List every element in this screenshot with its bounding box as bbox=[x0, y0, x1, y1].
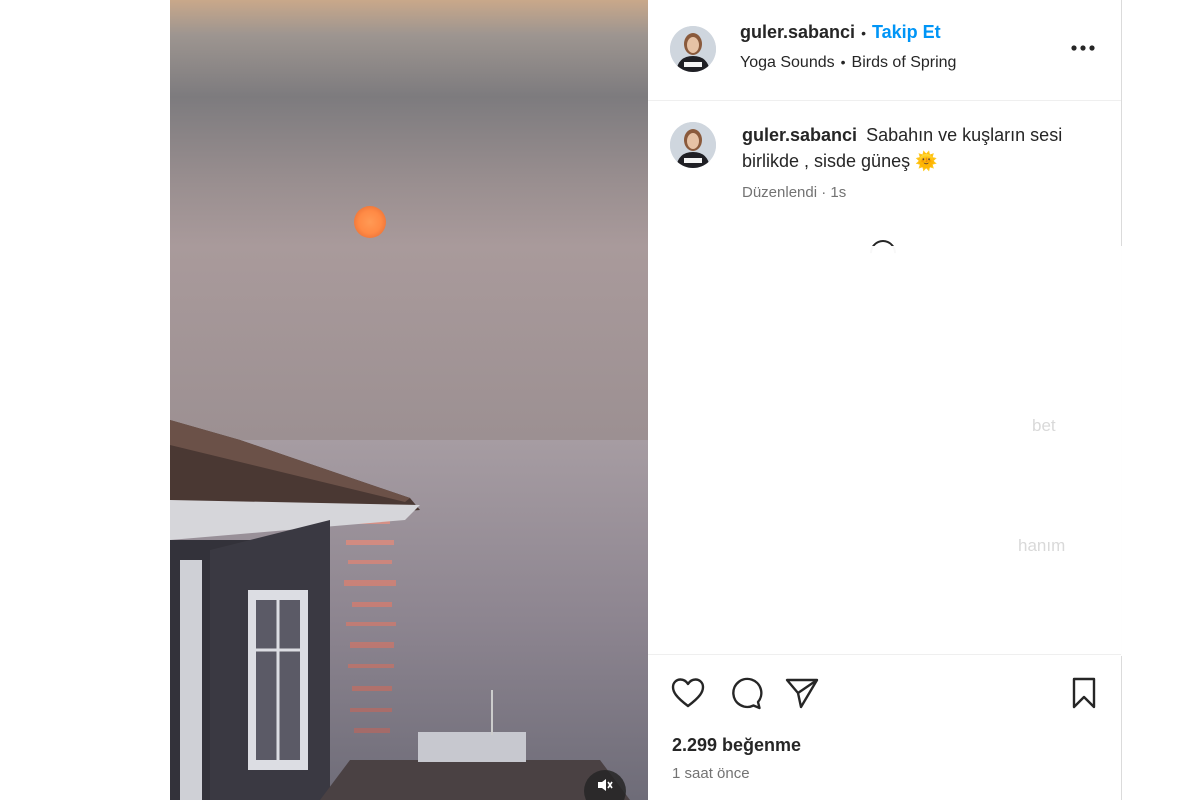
more-horizontal-icon bbox=[1071, 45, 1095, 51]
profile-photo bbox=[670, 26, 716, 72]
post-panel: guler.sabanci • Takip Et Yoga Sounds • Birds… bbox=[648, 0, 1200, 801]
post-time[interactable]: 1 saat önce bbox=[672, 765, 750, 782]
bookmark-icon bbox=[1072, 677, 1096, 709]
save-button[interactable] bbox=[1066, 675, 1102, 711]
edited-info: Düzenlendi · 1s bbox=[742, 184, 847, 201]
faded-comment-text: bet bbox=[1032, 416, 1056, 435]
overlay-edge bbox=[1122, 250, 1200, 650]
audio-track[interactable]: Birds of Spring bbox=[852, 54, 957, 71]
speaker-muted-icon bbox=[598, 779, 613, 791]
audio-info: Yoga Sounds • Birds of Spring bbox=[740, 54, 956, 72]
avatar[interactable] bbox=[670, 26, 716, 72]
post-header: guler.sabanci • Takip Et Yoga Sounds • Birds… bbox=[648, 0, 1121, 101]
paper-plane-icon bbox=[785, 678, 819, 709]
faded-comment-text: hanım bbox=[1018, 536, 1066, 555]
likes-count[interactable]: 2.299 beğenme bbox=[672, 735, 801, 756]
separator-dot: • bbox=[861, 25, 866, 41]
audio-artist[interactable]: Yoga Sounds bbox=[740, 54, 835, 71]
separator-dot: • bbox=[840, 54, 846, 70]
action-bar: 2.299 beğenme 1 saat önce bbox=[648, 654, 1121, 801]
more-options-button[interactable] bbox=[1068, 36, 1098, 60]
like-button[interactable] bbox=[670, 675, 706, 711]
heart-icon bbox=[671, 678, 705, 708]
caption-avatar[interactable] bbox=[670, 122, 716, 168]
follow-button[interactable]: Takip Et bbox=[872, 22, 941, 42]
share-button[interactable] bbox=[784, 675, 820, 711]
header-user-line: guler.sabanci • Takip Et bbox=[740, 22, 941, 43]
comments-loading-overlay: bet hanım bbox=[668, 246, 1200, 656]
sun bbox=[354, 206, 386, 238]
post-video[interactable] bbox=[170, 0, 648, 800]
profile-photo bbox=[670, 122, 716, 168]
edited-label: Düzenlendi bbox=[742, 184, 818, 201]
edited-time[interactable]: 1s bbox=[830, 184, 846, 201]
post-caption: guler.sabanci Sabahın ve kuşların sesi b… bbox=[742, 122, 1092, 174]
comment-button[interactable] bbox=[727, 675, 763, 711]
header-username[interactable]: guler.sabanci bbox=[740, 22, 855, 42]
caption-username[interactable]: guler.sabanci bbox=[742, 125, 857, 145]
comment-bubble-icon bbox=[732, 677, 763, 710]
sunset-video-frame bbox=[170, 0, 648, 800]
